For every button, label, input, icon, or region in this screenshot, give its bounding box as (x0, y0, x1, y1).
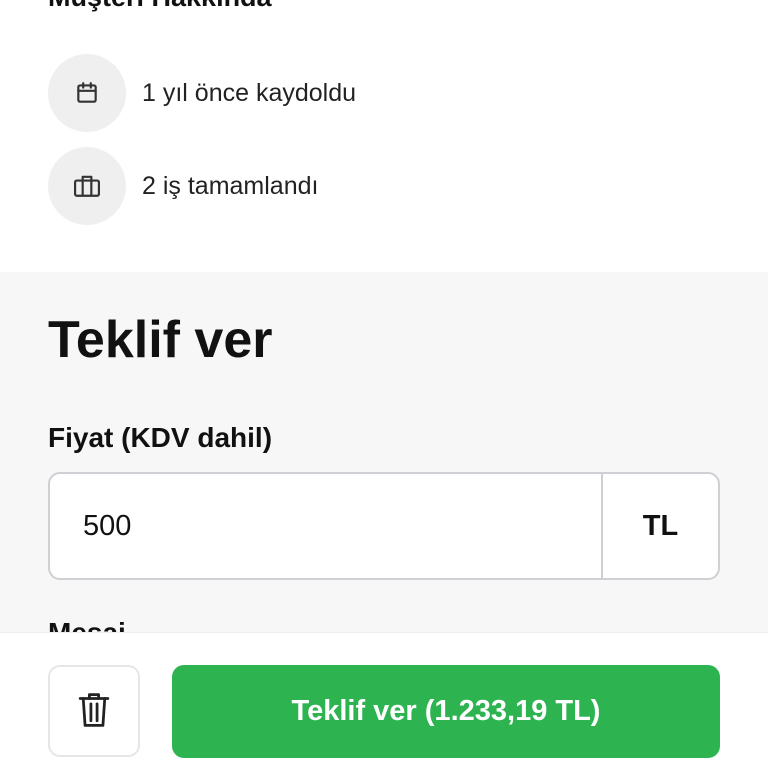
offer-title: Teklif ver (48, 311, 273, 369)
info-row-registered: 1 yıl önce kaydoldu (48, 54, 356, 132)
price-input[interactable] (50, 474, 601, 578)
trash-icon (75, 690, 113, 733)
info-text-jobs-completed: 2 iş tamamlandı (142, 171, 319, 200)
bottom-action-bar: Teklif ver (1.233,19 TL) (0, 632, 768, 768)
info-row-jobs-completed: 2 iş tamamlandı (48, 147, 318, 225)
message-label: Mesaj (48, 617, 126, 632)
delete-button[interactable] (48, 665, 140, 757)
price-field: TL (48, 472, 720, 580)
submit-offer-button[interactable]: Teklif ver (1.233,19 TL) (172, 665, 720, 758)
price-label: Fiyat (KDV dahil) (48, 422, 273, 453)
customer-about-section: Müşteri Hakkında 1 yıl önce kaydoldu 2 i… (0, 0, 768, 272)
briefcase-icon (48, 147, 126, 225)
offer-section: Teklif ver Fiyat (KDV dahil) TL Mesaj (0, 272, 768, 632)
customer-about-title: Müşteri Hakkında (48, 0, 272, 12)
currency-label: TL (601, 474, 718, 578)
info-text-registered: 1 yıl önce kaydoldu (142, 78, 357, 107)
calendar-icon (48, 54, 126, 132)
